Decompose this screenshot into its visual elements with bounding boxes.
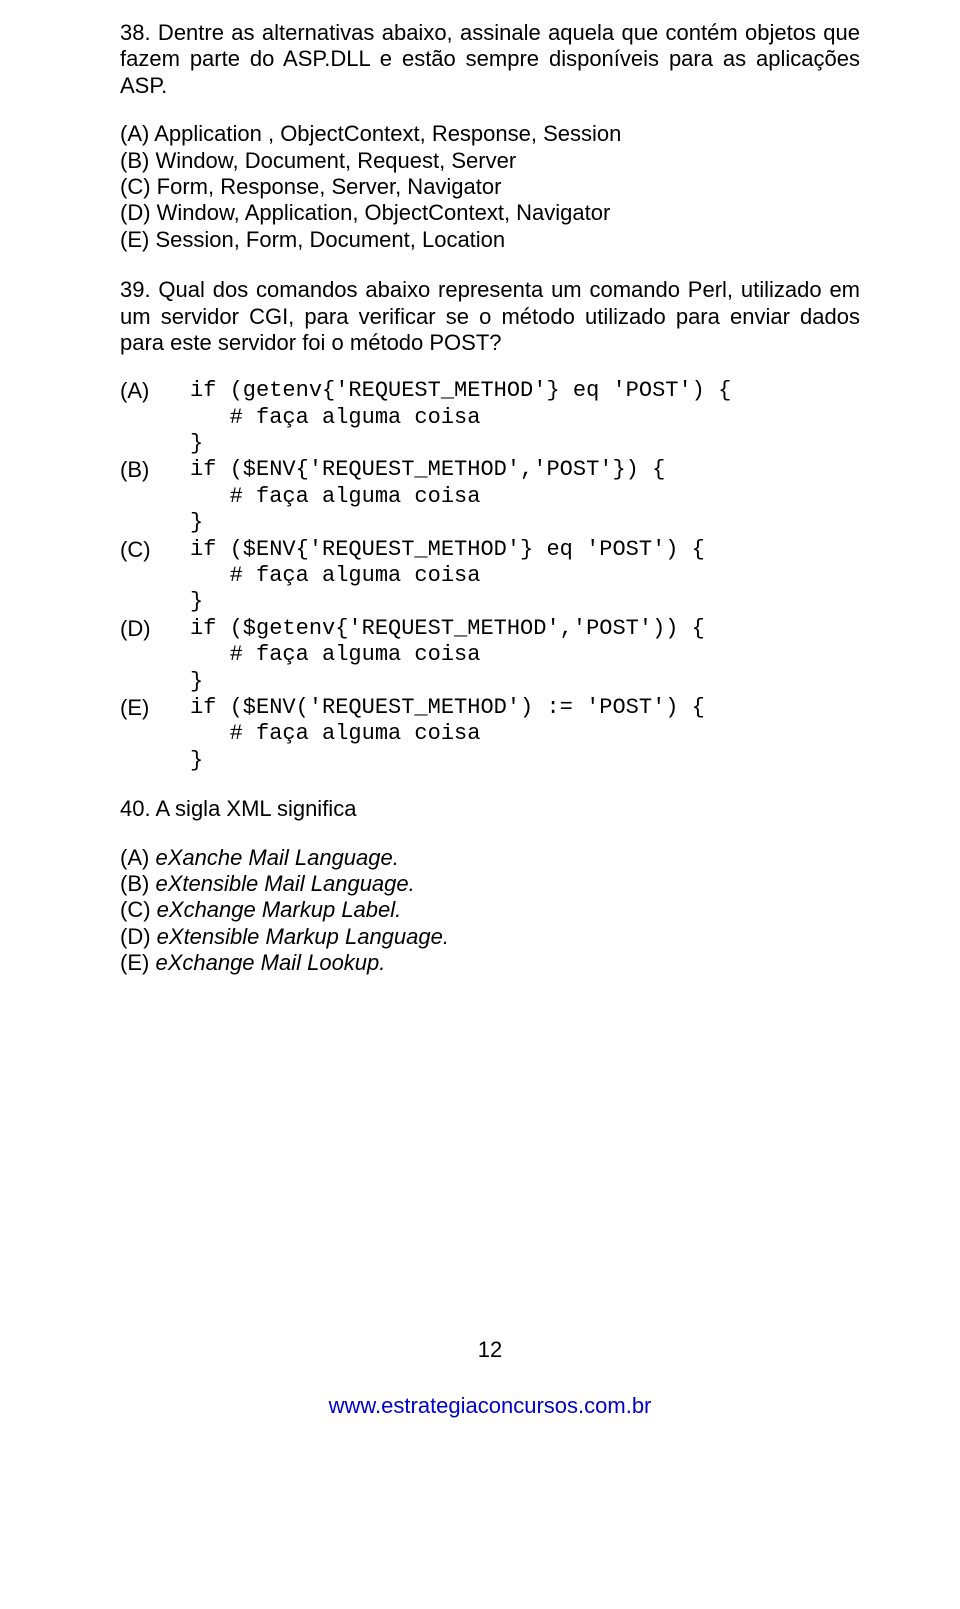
q39-code-b: if ($ENV{'REQUEST_METHOD','POST'}) { # f… (190, 457, 665, 536)
q38-options: (A) Application , ObjectContext, Respons… (120, 121, 860, 253)
q39-label-c: (C) (120, 537, 190, 563)
q40-option-b: (B) eXtensible Mail Language. (120, 871, 860, 897)
q40-d-italic: eXtensible Markup Language. (157, 924, 449, 949)
q39-code-a: if (getenv{'REQUEST_METHOD'} eq 'POST') … (190, 378, 731, 457)
q40-option-c: (C) eXchange Markup Label. (120, 897, 860, 923)
q40-option-d: (D) eXtensible Markup Language. (120, 924, 860, 950)
q38-option-b: (B) Window, Document, Request, Server (120, 148, 860, 174)
q38-option-e: (E) Session, Form, Document, Location (120, 227, 860, 253)
q40-option-e: (E) eXchange Mail Lookup. (120, 950, 860, 976)
q40-d-prefix: (D) (120, 924, 157, 949)
q40-a-prefix: (A) (120, 845, 155, 870)
q40-b-italic: eXtensible Mail Language. (155, 871, 414, 896)
q40-option-a: (A) eXanche Mail Language. (120, 845, 860, 871)
q38-option-a: (A) Application , ObjectContext, Respons… (120, 121, 860, 147)
q39-label-b: (B) (120, 457, 190, 483)
q40-text: 40. A sigla XML significa (120, 796, 860, 822)
q40-e-italic: eXchange Mail Lookup. (155, 950, 385, 975)
q39-label-d: (D) (120, 616, 190, 642)
q38-option-d: (D) Window, Application, ObjectContext, … (120, 200, 860, 226)
q40-a-italic: eXanche Mail Language. (155, 845, 398, 870)
q40-b-prefix: (B) (120, 871, 155, 896)
q38-text: 38. Dentre as alternativas abaixo, assin… (120, 20, 860, 99)
q40-options: (A) eXanche Mail Language. (B) eXtensibl… (120, 845, 860, 977)
q39-text: 39. Qual dos comandos abaixo representa … (120, 277, 860, 356)
q39-code-c: if ($ENV{'REQUEST_METHOD'} eq 'POST') { … (190, 537, 705, 616)
page-number: 12 (120, 1337, 860, 1363)
q38-option-c: (C) Form, Response, Server, Navigator (120, 174, 860, 200)
q40-c-prefix: (C) (120, 897, 157, 922)
q40-c-italic: eXchange Markup Label. (157, 897, 402, 922)
footer-link: www.estrategiaconcursos.com.br (120, 1393, 860, 1419)
q40-e-prefix: (E) (120, 950, 155, 975)
q39-options: (A) if (getenv{'REQUEST_METHOD'} eq 'POS… (120, 378, 860, 774)
q39-code-e: if ($ENV('REQUEST_METHOD') := 'POST') { … (190, 695, 705, 774)
q39-label-e: (E) (120, 695, 190, 721)
q39-label-a: (A) (120, 378, 190, 404)
q39-code-d: if ($getenv{'REQUEST_METHOD','POST')) { … (190, 616, 705, 695)
